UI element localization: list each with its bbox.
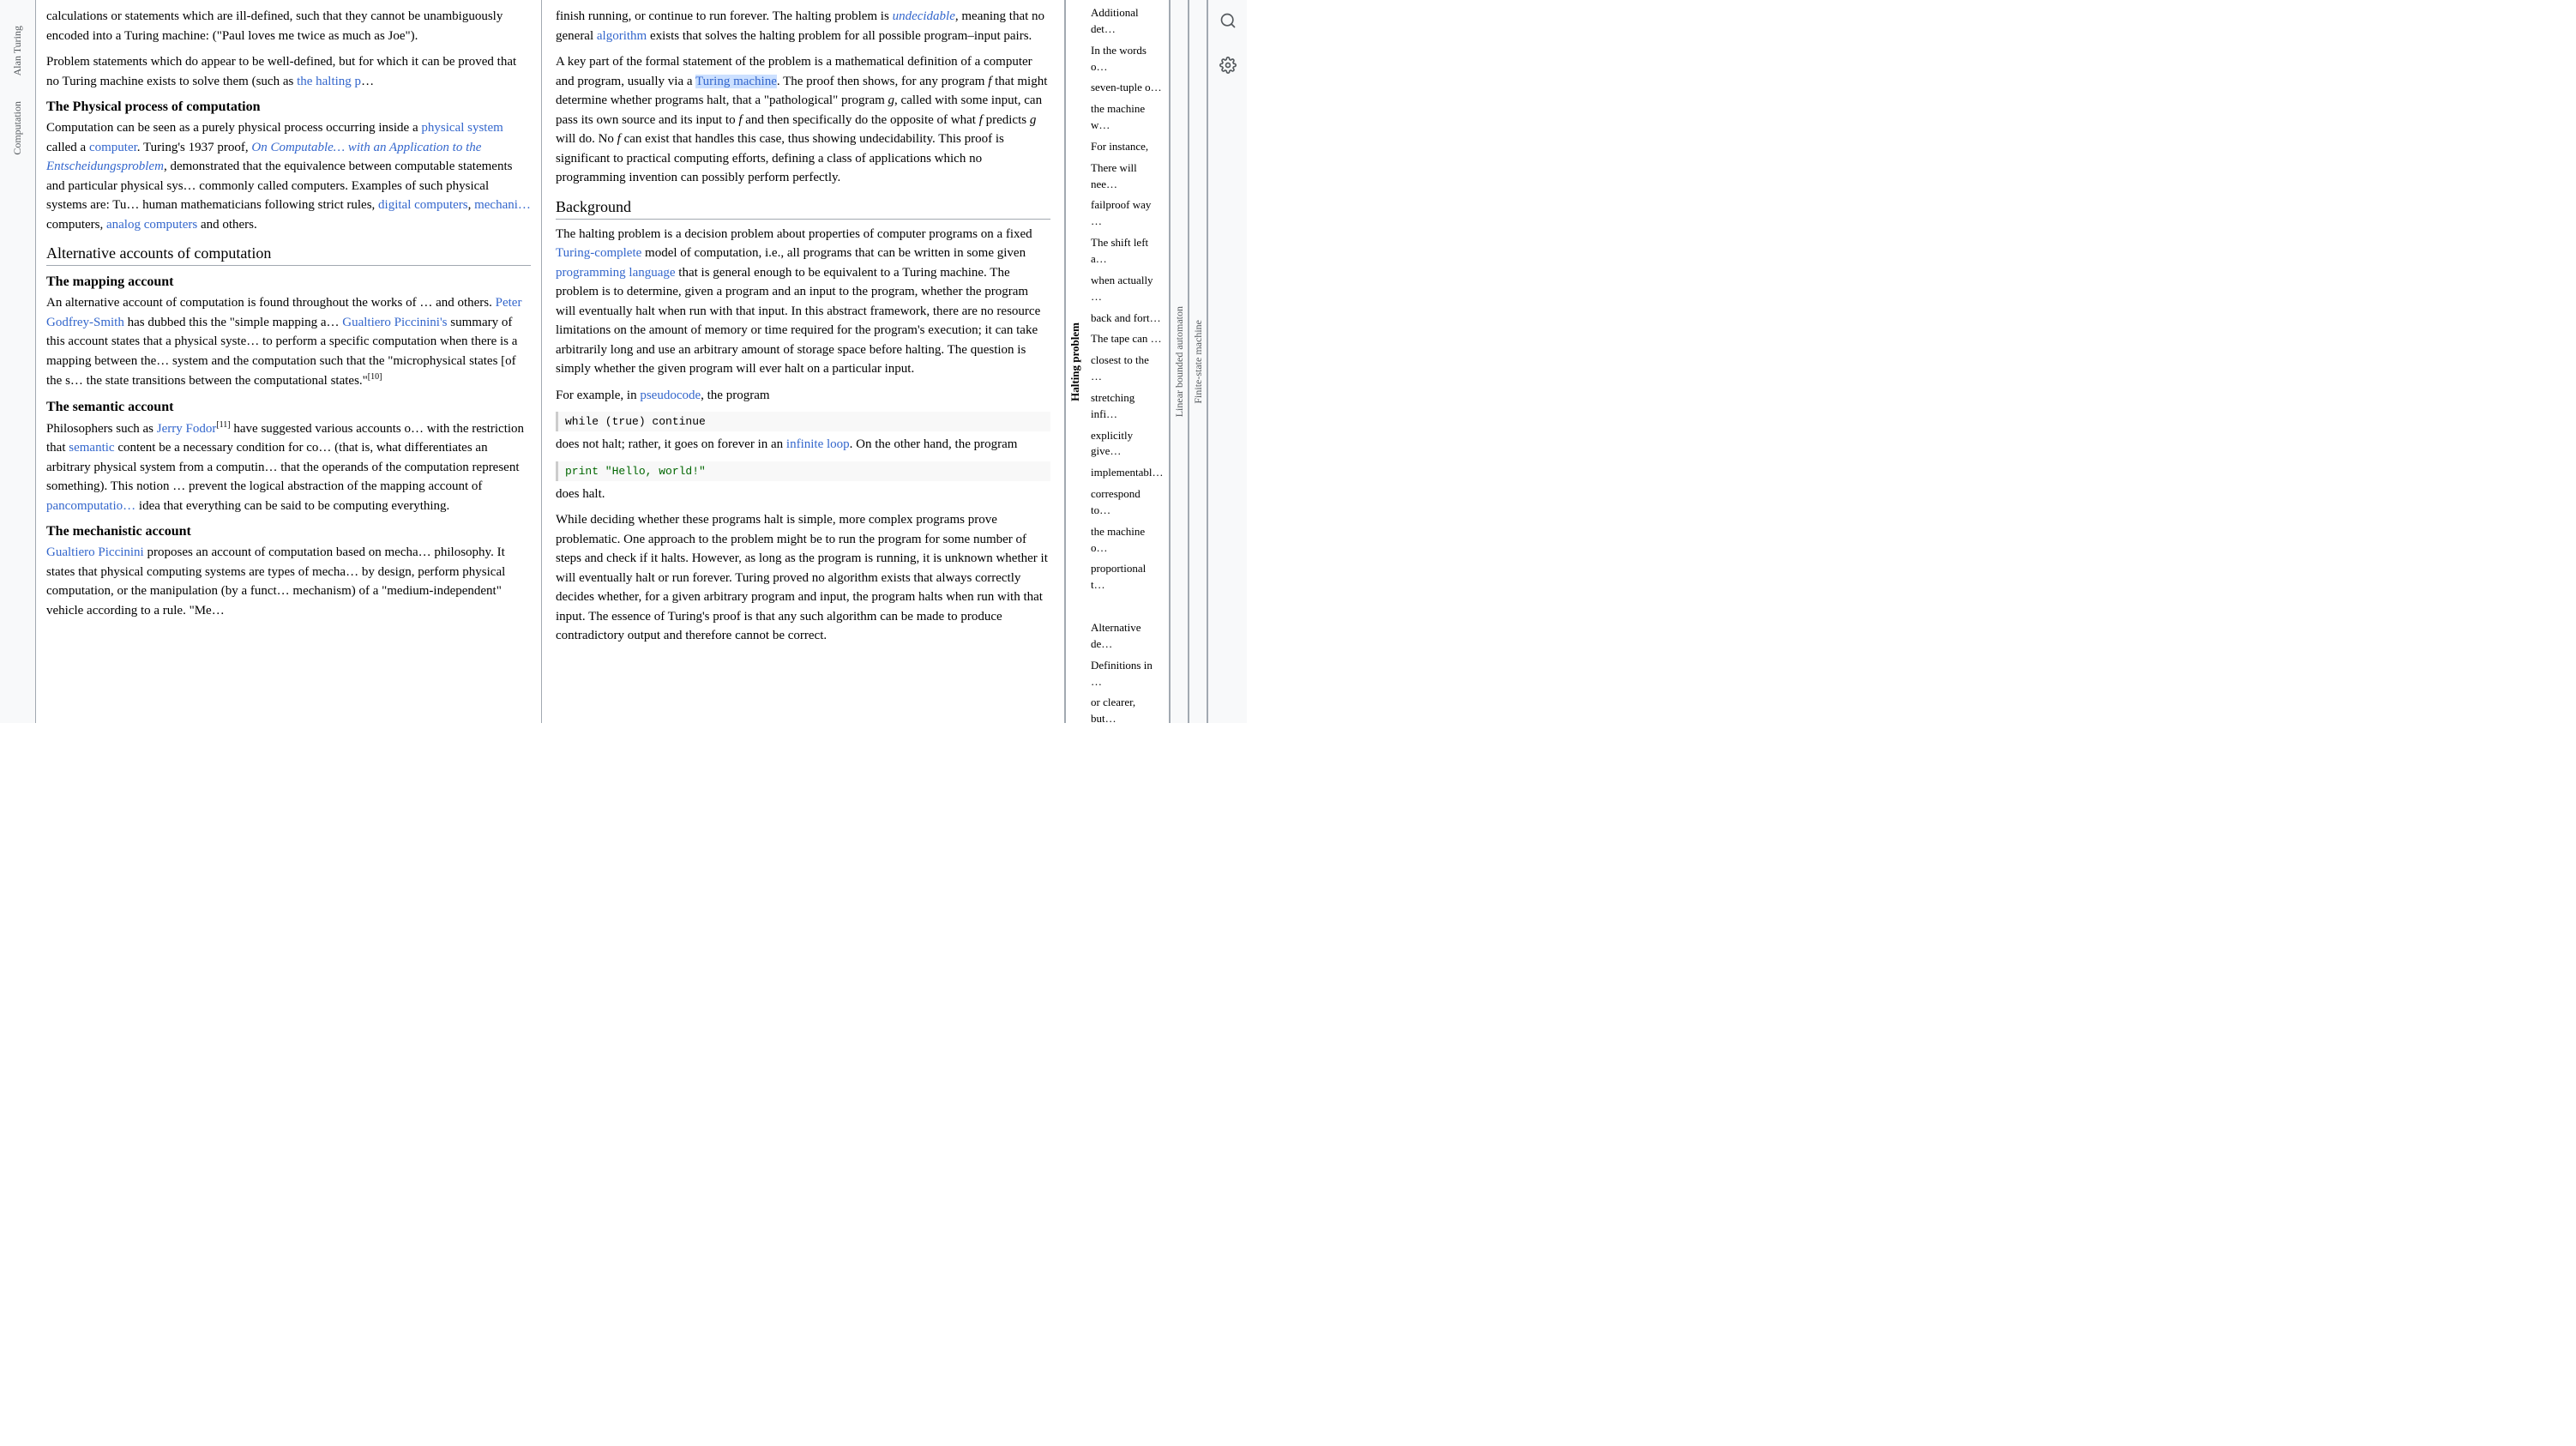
right-item-4: For instance, (1091, 139, 1162, 155)
center-panel-wrapper: finish running, or continue to run forev… (542, 0, 1084, 723)
center-after-code2: does halt. (556, 485, 1050, 504)
link-pancomputatio[interactable]: pancomputatio… (46, 499, 135, 513)
link-algorithm[interactable]: algorithm (597, 29, 647, 43)
center-final-para: While deciding whether these programs ha… (556, 510, 1050, 646)
right-item-9: back and fort… (1091, 310, 1162, 327)
sidebar-label-computation: Computation (11, 101, 24, 155)
left-para-intro: calculations or statements which are ill… (46, 7, 531, 45)
right-item-6: failproof way … (1091, 197, 1162, 230)
left-panel: calculations or statements which are ill… (36, 0, 542, 723)
settings-button[interactable] (1214, 51, 1242, 79)
code-block-2: print "Hello, world!" (556, 461, 1050, 481)
link-analog-computers[interactable]: analog computers (106, 218, 197, 232)
search-button[interactable] (1214, 7, 1242, 34)
finite-state-machine-panel: Finite-state machine (1189, 0, 1207, 723)
finite-state-machine-label: Finite-state machine (1192, 320, 1205, 404)
sidebar-label-alan-turing: Alan Turing (11, 26, 24, 75)
link-gualtiero-piccinini[interactable]: Gualtiero Piccinini's (342, 316, 447, 329)
right-item-15: correspond to… (1091, 486, 1162, 519)
center-para1: A key part of the formal statement of th… (556, 52, 1050, 188)
right-sidebar: Additional det… In the words o… seven-tu… (1084, 0, 1170, 723)
right-item-16: the machine o… (1091, 524, 1162, 557)
far-right-panels: Linear bounded automaton Finite-state ma… (1170, 0, 1207, 723)
link-undecidable[interactable]: undecidable (893, 9, 955, 23)
right-item-18: Alternative de… (1091, 620, 1162, 653)
left-para-semantic: Philosophers such as Jerry Fodor[11] hav… (46, 419, 531, 516)
right-item-10: The tape can … (1091, 331, 1162, 347)
right-item-13: explicitly give… (1091, 428, 1162, 461)
right-item-20: or clearer, but… (1091, 695, 1162, 723)
right-item-17: proportional t… (1091, 561, 1162, 593)
right-item-8: when actually … (1091, 273, 1162, 305)
right-item-1: In the words o… (1091, 43, 1162, 75)
heading-semantic-account: The semantic account (46, 400, 531, 415)
link-programming-language[interactable]: programming language (556, 266, 676, 280)
heading-physical-process: The Physical process of computation (46, 99, 531, 115)
link-on-computable[interactable]: On Computable… (251, 141, 345, 154)
linear-bounded-automaton-panel: Linear bounded automaton (1170, 0, 1189, 723)
link-gualtiero-piccinini2[interactable]: Gualtiero Piccinini (46, 545, 144, 559)
left-para-mechanistic: Gualtiero Piccinini proposes an account … (46, 543, 531, 620)
link-turing-complete[interactable]: Turing-complete (556, 246, 641, 260)
halting-problem-label: Halting problem (1068, 322, 1082, 401)
center-intro: finish running, or continue to run forev… (556, 7, 1050, 45)
right-item-0: Additional det… (1091, 5, 1162, 38)
link-jerry-fodor[interactable]: Jerry Fodor (157, 422, 217, 436)
link-semantic[interactable]: semantic (69, 441, 114, 455)
link-peter-godfrey-smith[interactable]: Peter Godfrey-Smith (46, 296, 521, 329)
center-panel: finish running, or continue to run forev… (542, 0, 1065, 723)
center-background: The halting problem is a decision proble… (556, 225, 1050, 379)
right-item-3: the machine w… (1091, 101, 1162, 134)
right-item-19: Definitions in … (1091, 658, 1162, 690)
left-para-problem-statements: Problem statements which do appear to be… (46, 52, 531, 91)
link-infinite-loop[interactable]: infinite loop (786, 437, 850, 451)
right-item-5: There will nee… (1091, 160, 1162, 193)
heading-background: Background (556, 198, 1050, 220)
link-halting-problem[interactable]: the halting p (297, 75, 361, 88)
halting-problem-tab: Halting problem (1065, 0, 1084, 723)
heading-mechanistic-account: The mechanistic account (46, 524, 531, 539)
link-digital-computers[interactable]: digital computers (378, 198, 468, 212)
right-item-12: stretching infi… (1091, 390, 1162, 423)
right-item-14: implementabl… (1091, 465, 1162, 481)
left-para-mapping: An alternative account of computation is… (46, 293, 531, 391)
link-physical-system[interactable]: physical system (421, 121, 503, 135)
right-item-2: seven-tuple o… (1091, 80, 1162, 96)
code-block-1: while (true) continue (556, 412, 1050, 431)
link-computer[interactable]: computer (89, 141, 137, 154)
right-item-11: closest to the … (1091, 352, 1162, 385)
icons-panel (1207, 0, 1247, 723)
settings-icon (1219, 57, 1237, 74)
heading-alternative-accounts: Alternative accounts of computation (46, 244, 531, 266)
center-after-code1: does not halt; rather, it goes on foreve… (556, 435, 1050, 455)
linear-bounded-automaton-label: Linear bounded automaton (1173, 306, 1186, 417)
right-spacer (1091, 599, 1162, 615)
search-icon (1219, 12, 1237, 29)
link-turing-machine[interactable]: Turing machine (695, 75, 777, 88)
left-para-computation: Computation can be seen as a purely phys… (46, 118, 531, 234)
right-item-7: The shift left a… (1091, 235, 1162, 268)
heading-mapping-account: The mapping account (46, 274, 531, 290)
link-pseudocode[interactable]: pseudocode (640, 389, 701, 402)
center-pseudocode-intro: For example, in pseudocode, the program (556, 386, 1050, 406)
left-sidebar: Alan Turing Computation (0, 0, 36, 723)
link-mechani[interactable]: mechani… (474, 198, 531, 212)
